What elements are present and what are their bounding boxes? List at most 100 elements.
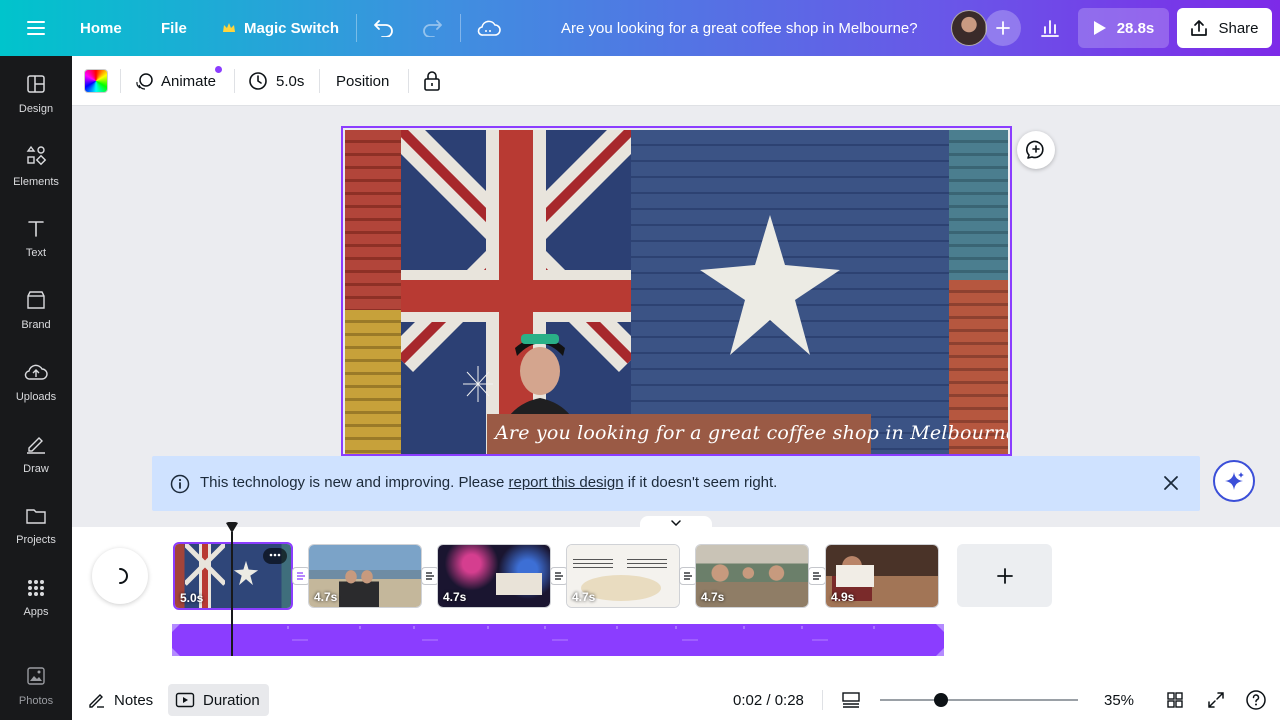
caption-text[interactable]: Are you looking for a great coffee shop … xyxy=(495,422,1008,444)
share-button[interactable]: Share xyxy=(1177,8,1272,48)
notes-button[interactable]: Notes xyxy=(88,680,153,720)
design-title[interactable]: Are you looking for a great coffee shop … xyxy=(561,0,918,56)
lock-icon xyxy=(423,71,441,91)
sidebar-item-label: Draw xyxy=(23,462,49,475)
play-button[interactable]: 28.8s xyxy=(1078,8,1169,48)
menu-icon[interactable] xyxy=(24,16,48,40)
audio-track[interactable] xyxy=(172,624,944,656)
zoom-slider[interactable] xyxy=(880,699,1078,701)
transition-icon xyxy=(554,571,564,581)
color-picker-button[interactable] xyxy=(84,69,108,93)
apps-icon xyxy=(27,579,45,600)
clip-duration: 4.7s xyxy=(701,590,725,604)
sidebar-item-text[interactable]: Text xyxy=(0,208,72,268)
transition-icon xyxy=(683,571,693,581)
zoom-slider-handle[interactable] xyxy=(934,693,948,707)
comment-icon xyxy=(1025,139,1047,161)
magic-assistant-button[interactable] xyxy=(1213,460,1255,502)
sidebar-item-label: Uploads xyxy=(15,390,57,403)
clip-more-button[interactable] xyxy=(263,548,287,564)
bottom-bar: Notes Duration 0:02 / 0:28 35% xyxy=(72,680,1280,720)
left-wall-yellow xyxy=(345,310,401,454)
video-icon xyxy=(175,692,195,708)
expand-icon xyxy=(1207,691,1225,709)
info-icon xyxy=(170,474,190,494)
layout-icon xyxy=(841,691,861,709)
sidebar-item-photos[interactable]: Photos xyxy=(0,656,72,716)
canvas-page[interactable]: Are you looking for a great coffee shop … xyxy=(341,126,1012,456)
photos-icon xyxy=(26,666,46,689)
report-design-link[interactable]: report this design xyxy=(509,474,624,491)
design-icon xyxy=(26,74,46,97)
play-icon xyxy=(1093,20,1107,36)
context-toolbar: Animate 5.0s Position xyxy=(72,56,1280,106)
sidebar-item-design[interactable]: Design xyxy=(0,64,72,124)
position-button[interactable]: Position xyxy=(336,56,389,106)
grid-icon xyxy=(1166,691,1184,709)
more-icon xyxy=(268,548,282,564)
lock-button[interactable] xyxy=(423,56,441,106)
sidebar-item-brand[interactable]: Brand xyxy=(0,280,72,340)
playhead[interactable] xyxy=(231,532,233,656)
sidebar-item-label: Text xyxy=(25,246,47,259)
magic-switch-label: Magic Switch xyxy=(244,19,340,37)
notes-icon xyxy=(88,691,106,709)
timeline-clip[interactable]: 4.7s xyxy=(695,544,809,608)
duration-toggle-button[interactable]: Duration xyxy=(168,684,269,716)
add-comment-button[interactable] xyxy=(1017,131,1055,169)
transition-icon xyxy=(296,571,306,581)
close-icon[interactable] xyxy=(1163,475,1179,491)
clip-duration: 4.7s xyxy=(443,590,467,604)
text-icon xyxy=(26,218,46,241)
insights-icon[interactable] xyxy=(1038,16,1062,40)
timeline-clip[interactable]: 5.0s xyxy=(173,542,293,610)
clip-thumbnail-text xyxy=(573,559,613,571)
share-label: Share xyxy=(1218,19,1259,37)
redo-icon[interactable] xyxy=(420,16,444,40)
background-photo[interactable]: Are you looking for a great coffee shop … xyxy=(345,130,1008,454)
transition-button[interactable] xyxy=(808,567,826,585)
magic-switch-button[interactable]: Magic Switch xyxy=(222,0,339,56)
avatar[interactable] xyxy=(951,10,987,46)
sidebar-item-draw[interactable]: Draw xyxy=(0,424,72,484)
sparkle-decoration xyxy=(463,366,493,402)
timeline-clip[interactable]: 4.7s xyxy=(566,544,680,608)
animate-button[interactable]: Animate xyxy=(135,56,216,106)
sidebar-item-projects[interactable]: Projects xyxy=(0,496,72,556)
invite-button[interactable] xyxy=(985,10,1021,46)
page-view-button[interactable] xyxy=(841,680,861,720)
zoom-level[interactable]: 35% xyxy=(1104,680,1134,720)
clip-thumbnail-caption xyxy=(496,573,542,595)
add-page-button[interactable] xyxy=(957,544,1052,607)
collapse-timeline-button[interactable] xyxy=(640,516,712,530)
sidebar-item-apps[interactable]: Apps xyxy=(0,568,72,628)
chevron-down-icon xyxy=(671,520,681,526)
sidebar-item-label: Brand xyxy=(21,318,51,331)
playhead-handle[interactable] xyxy=(225,522,239,534)
transition-icon xyxy=(812,571,822,581)
timeline-clip[interactable]: 4.7s xyxy=(437,544,551,608)
uploads-icon xyxy=(24,362,48,385)
divider xyxy=(356,14,357,42)
undo-icon[interactable] xyxy=(372,16,396,40)
timecode: 0:02 / 0:28 xyxy=(733,691,804,709)
sidebar-item-label: Photos xyxy=(18,694,54,707)
sidebar-item-label: Elements xyxy=(13,175,59,188)
clip-thumbnail-star xyxy=(233,560,259,586)
animate-label: Animate xyxy=(161,72,217,90)
timeline-clip[interactable]: 4.7s xyxy=(308,544,422,608)
clip-duration: 4.7s xyxy=(572,590,596,604)
timeline-clip[interactable]: 4.9s xyxy=(825,544,939,608)
cloud-save-icon[interactable] xyxy=(476,16,502,40)
grid-view-button[interactable] xyxy=(1166,680,1184,720)
fullscreen-button[interactable] xyxy=(1207,680,1225,720)
duration-button[interactable]: 5.0s xyxy=(248,56,304,106)
white-star-painting xyxy=(700,215,840,355)
notes-label: Notes xyxy=(114,691,154,709)
file-menu-button[interactable]: File xyxy=(161,0,187,56)
help-button[interactable] xyxy=(1245,680,1267,720)
sidebar-item-uploads[interactable]: Uploads xyxy=(0,352,72,412)
sparkle-icon xyxy=(1223,470,1245,492)
home-button[interactable]: Home xyxy=(80,0,122,56)
sidebar-item-elements[interactable]: Elements xyxy=(0,136,72,196)
